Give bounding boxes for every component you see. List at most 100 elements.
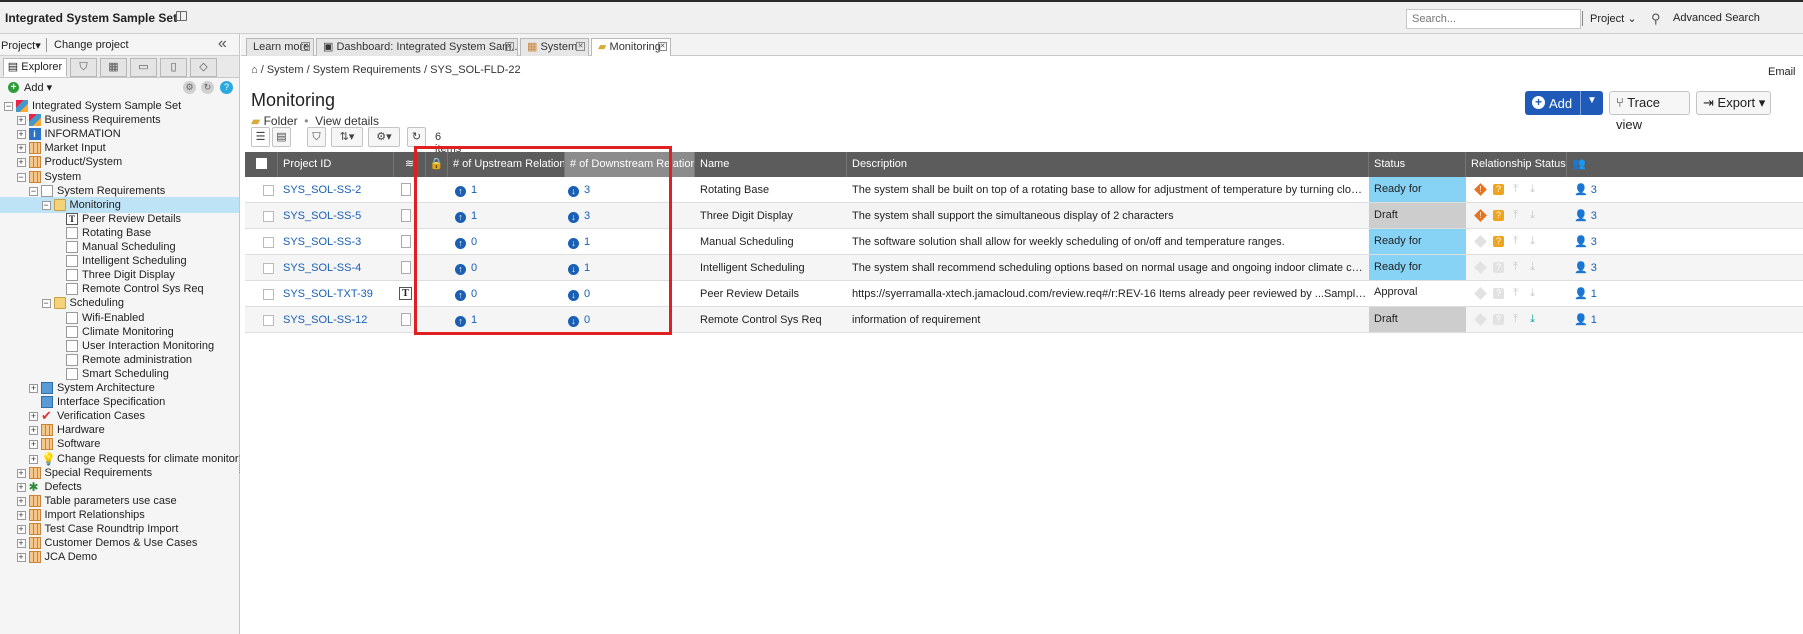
project-id-link[interactable]: SYS_SOL-SS-4 <box>278 255 394 281</box>
upstream-suspect-icon[interactable]: ⤒ <box>1510 288 1521 299</box>
tab-learn-more[interactable]: Learn more ✕ <box>246 38 314 56</box>
row-checkbox[interactable] <box>263 185 274 196</box>
expand-icon[interactable]: + <box>16 510 26 520</box>
upstream-suspect-icon[interactable]: ⤒ <box>1510 262 1521 273</box>
project-id-link[interactable]: SYS_SOL-SS-2 <box>278 177 394 203</box>
collapse-icon[interactable]: − <box>41 200 51 210</box>
column-status[interactable]: Status <box>1369 152 1466 177</box>
expand-icon[interactable]: + <box>16 482 26 492</box>
breadcrumb-system[interactable]: System <box>267 64 304 76</box>
add-plus-icon[interactable]: + <box>8 82 19 93</box>
expand-icon[interactable]: + <box>29 440 38 450</box>
upstream-suspect-icon[interactable]: ⤒ <box>1510 210 1521 221</box>
view-details-link[interactable]: View details <box>315 114 379 128</box>
close-icon[interactable]: ✕ <box>505 42 514 51</box>
search-scope-dropdown[interactable]: Project ⌄ <box>1590 12 1637 25</box>
warning-icon[interactable]: ! <box>1474 209 1487 222</box>
settings-gear-icon[interactable]: ⚙ <box>183 81 196 94</box>
select-all-checkbox[interactable] <box>256 158 267 169</box>
question-icon[interactable]: ? <box>1493 288 1504 299</box>
expand-icon[interactable]: + <box>16 525 26 534</box>
expand-icon[interactable]: + <box>16 553 26 563</box>
column-name[interactable]: Name <box>695 152 847 177</box>
warning-icon[interactable] <box>1474 261 1487 274</box>
refresh-icon[interactable]: ↻ <box>201 81 214 94</box>
document-view-icon[interactable]: ▤ <box>272 127 291 147</box>
expand-icon[interactable]: + <box>16 116 26 126</box>
question-icon[interactable]: ? <box>1493 210 1504 221</box>
add-button[interactable]: + Add ▼ <box>1525 91 1603 115</box>
advanced-search-link[interactable]: Advanced Search <box>1673 12 1760 24</box>
people-count[interactable]: 👤 1 <box>1574 307 1597 333</box>
people-count[interactable]: 👤 3 <box>1574 255 1597 281</box>
warning-icon[interactable]: ! <box>1474 183 1487 196</box>
upstream-suspect-icon[interactable]: ⤒ <box>1510 314 1521 325</box>
collapse-sidebar-icon[interactable]: « <box>218 35 227 53</box>
expand-icon[interactable]: + <box>16 130 26 140</box>
home-icon[interactable]: ⌂ <box>251 64 258 76</box>
expand-icon[interactable]: + <box>29 412 38 422</box>
filter-icon[interactable]: ⛉ <box>70 58 97 77</box>
close-icon[interactable]: ✕ <box>576 42 585 51</box>
people-count[interactable]: 👤 3 <box>1574 177 1597 203</box>
search-input[interactable] <box>1406 9 1581 29</box>
question-icon[interactable]: ? <box>1493 184 1504 195</box>
project-id-link[interactable]: SYS_SOL-SS-3 <box>278 229 394 255</box>
warning-icon[interactable] <box>1474 287 1487 300</box>
search-icon[interactable]: ⚲ <box>1651 11 1661 27</box>
row-checkbox[interactable] <box>263 315 274 326</box>
column-description[interactable]: Description <box>847 152 1369 177</box>
warning-icon[interactable] <box>1474 235 1487 248</box>
window-icon[interactable]: ▭ <box>130 58 157 77</box>
close-icon[interactable]: ✕ <box>301 42 310 51</box>
column-relationship-status[interactable]: Relationship Status <box>1466 152 1567 177</box>
project-id-link[interactable]: SYS_SOL-TXT-39 <box>278 281 394 307</box>
add-menu[interactable]: Add ▾ <box>24 81 52 94</box>
caret-down-icon[interactable]: ▼ <box>1587 95 1597 106</box>
column-project-id[interactable]: Project ID <box>278 152 394 177</box>
downstream-suspect-icon[interactable]: ⤓ <box>1527 236 1538 247</box>
sort-icon[interactable]: ⇅▾ <box>331 127 363 147</box>
settings-gear-icon[interactable]: ⚙▾ <box>368 127 400 147</box>
project-id-link[interactable]: SYS_SOL-SS-5 <box>278 203 394 229</box>
collapse-icon[interactable]: − <box>4 102 13 111</box>
upstream-suspect-icon[interactable]: ⤒ <box>1510 184 1521 195</box>
question-icon[interactable]: ? <box>1493 314 1504 325</box>
close-icon[interactable]: ✕ <box>658 42 667 51</box>
row-checkbox[interactable] <box>263 211 274 222</box>
expand-icon[interactable]: + <box>16 496 26 506</box>
collapse-icon[interactable]: − <box>41 299 51 309</box>
tab-explorer[interactable]: ▤ Explorer <box>3 58 67 77</box>
tree-item[interactable]: + JCA Demo <box>0 549 239 565</box>
people-count[interactable]: 👤 1 <box>1574 281 1597 307</box>
tab-monitoring[interactable]: ▰ Monitoring ✕ <box>591 38 671 56</box>
row-checkbox[interactable] <box>263 289 274 300</box>
downstream-suspect-icon[interactable]: ⤓ <box>1527 184 1538 195</box>
warning-icon[interactable] <box>1474 313 1487 326</box>
downstream-suspect-icon[interactable]: ⤓ <box>1527 262 1538 273</box>
downstream-suspect-icon[interactable]: ⤓ <box>1527 210 1538 221</box>
email-link[interactable]: Email <box>1768 66 1796 78</box>
expand-icon[interactable]: + <box>16 468 26 478</box>
question-icon[interactable]: ? <box>1493 262 1504 273</box>
clipboard-icon[interactable]: ▯ <box>160 58 187 77</box>
expand-icon[interactable]: + <box>16 144 26 154</box>
row-checkbox[interactable] <box>263 263 274 274</box>
trace-view-button[interactable]: ⑂ Trace view <box>1609 91 1690 132</box>
table-icon[interactable]: ▦ <box>100 58 127 77</box>
expand-icon[interactable]: + <box>29 384 38 393</box>
tag-icon[interactable]: ◇ <box>190 58 217 77</box>
expand-icon[interactable]: + <box>29 454 38 464</box>
row-checkbox[interactable] <box>263 237 274 248</box>
panel-toggle-icon[interactable] <box>176 11 187 21</box>
upstream-suspect-icon[interactable]: ⤒ <box>1510 236 1521 247</box>
project-id-link[interactable]: SYS_SOL-SS-12 <box>278 307 394 333</box>
collapse-icon[interactable]: − <box>29 186 38 196</box>
expand-icon[interactable]: + <box>16 539 26 549</box>
people-count[interactable]: 👤 3 <box>1574 229 1597 255</box>
downstream-suspect-icon[interactable]: ⤓ <box>1527 314 1538 325</box>
filter-icon[interactable]: ⛉ <box>307 127 326 147</box>
export-button[interactable]: ⇥ Export ▾ <box>1696 91 1771 115</box>
help-icon[interactable]: ? <box>220 81 233 94</box>
question-icon[interactable]: ? <box>1493 236 1504 247</box>
